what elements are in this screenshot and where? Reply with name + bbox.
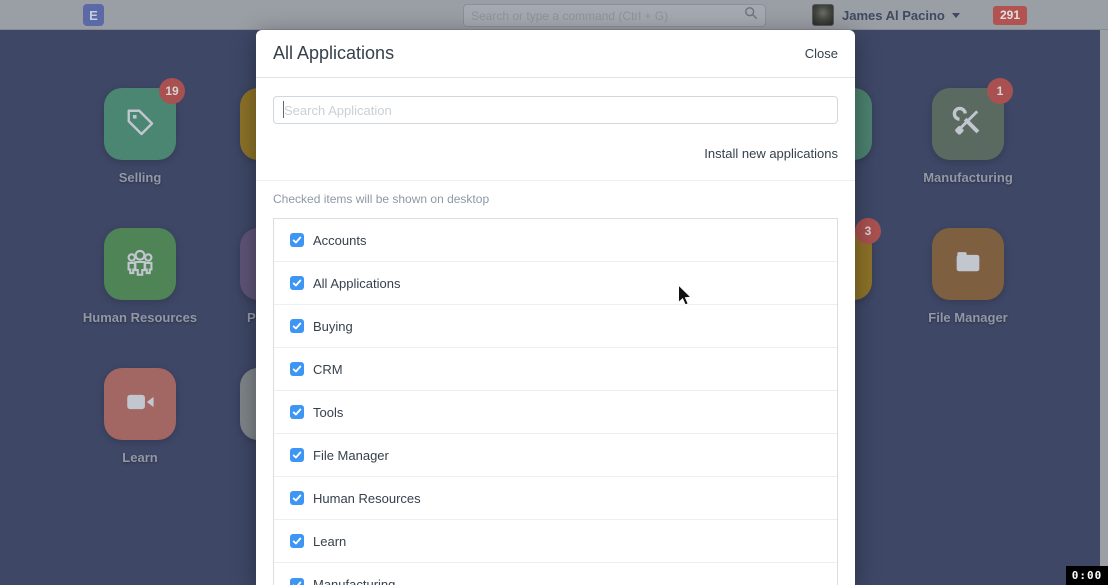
desktop-icon-manufacturing[interactable]: 1 [932,88,1004,160]
user-avatar[interactable] [812,4,834,26]
modal-body: Install new applications Checked items w… [256,78,855,585]
tools-icon [951,105,985,144]
screen-recording-timer: 0:00 [1066,566,1108,585]
checkbox-human-resources[interactable] [290,491,304,505]
all-applications-modal: All Applications Close Install new appli… [256,30,855,585]
checkbox-accounts[interactable] [290,233,304,247]
notifications-count-badge[interactable]: 291 [993,6,1027,25]
desktop-icon-label: File Manager [868,310,1068,325]
app-checklist: Accounts All Applications Buying CRM Tools Fi… [273,218,838,585]
app-list-item-human-resources[interactable]: Human Resources [274,477,837,520]
app-label: File Manager [313,448,389,463]
app-list-item-file-manager[interactable]: File Manager [274,434,837,477]
count-badge: 3 [855,218,881,244]
checkbox-buying[interactable] [290,319,304,333]
divider [256,180,855,181]
checkbox-manufacturing[interactable] [290,578,304,585]
global-search-input[interactable] [471,9,744,23]
desktop-icon-selling[interactable]: 19 [104,88,176,160]
app-label: All Applications [313,276,400,291]
checked-items-hint: Checked items will be shown on desktop [273,192,838,206]
app-list-item-all-applications[interactable]: All Applications [274,262,837,305]
app-label: Human Resources [313,491,421,506]
chevron-down-icon [952,13,960,18]
install-new-applications-link[interactable]: Install new applications [704,146,838,161]
checkbox-learn[interactable] [290,534,304,548]
app-label: Learn [313,534,346,549]
desktop-icon-human-resources[interactable] [104,228,176,300]
app-list-item-learn[interactable]: Learn [274,520,837,563]
application-search-input[interactable] [273,96,838,124]
app-label: CRM [313,362,343,377]
desktop-icon-label: Learn [40,450,240,465]
navbar: E James Al Pacino 291 [0,0,1108,30]
app-list-item-tools[interactable]: Tools [274,391,837,434]
modal-title: All Applications [273,43,394,64]
app-label: Buying [313,319,353,334]
app-label: Tools [313,405,343,420]
desktop-icon-label: Selling [40,170,240,185]
app-list-item-manufacturing[interactable]: Manufacturing [274,563,837,585]
app-label: Accounts [313,233,366,248]
app-logo[interactable]: E [83,4,104,26]
app-list-item-crm[interactable]: CRM [274,348,837,391]
app-list-item-accounts[interactable]: Accounts [274,219,837,262]
scrollbar[interactable] [1100,30,1108,567]
user-name-label: James Al Pacino [842,8,945,23]
global-search-box[interactable] [463,4,766,27]
checkbox-tools[interactable] [290,405,304,419]
checkbox-crm[interactable] [290,362,304,376]
checkbox-all-applications[interactable] [290,276,304,290]
app-list-item-buying[interactable]: Buying [274,305,837,348]
checkbox-file-manager[interactable] [290,448,304,462]
user-menu[interactable]: James Al Pacino [842,0,960,30]
count-badge: 1 [987,78,1013,104]
modal-header: All Applications Close [256,30,855,78]
close-button[interactable]: Close [805,46,838,61]
folder-icon [951,245,985,284]
desktop-icon-label: Manufacturing [868,170,1068,185]
app-label: Manufacturing [313,577,395,585]
search-icon [744,6,758,25]
desktop-icon-label: Human Resources [40,310,240,325]
count-badge: 19 [159,78,185,104]
people-icon [122,244,158,285]
tag-icon [122,104,158,145]
mouse-cursor [677,284,695,313]
video-icon [123,385,157,424]
text-caret [283,101,284,118]
desktop-icon-learn[interactable] [104,368,176,440]
desktop-icon-file-manager[interactable] [932,228,1004,300]
